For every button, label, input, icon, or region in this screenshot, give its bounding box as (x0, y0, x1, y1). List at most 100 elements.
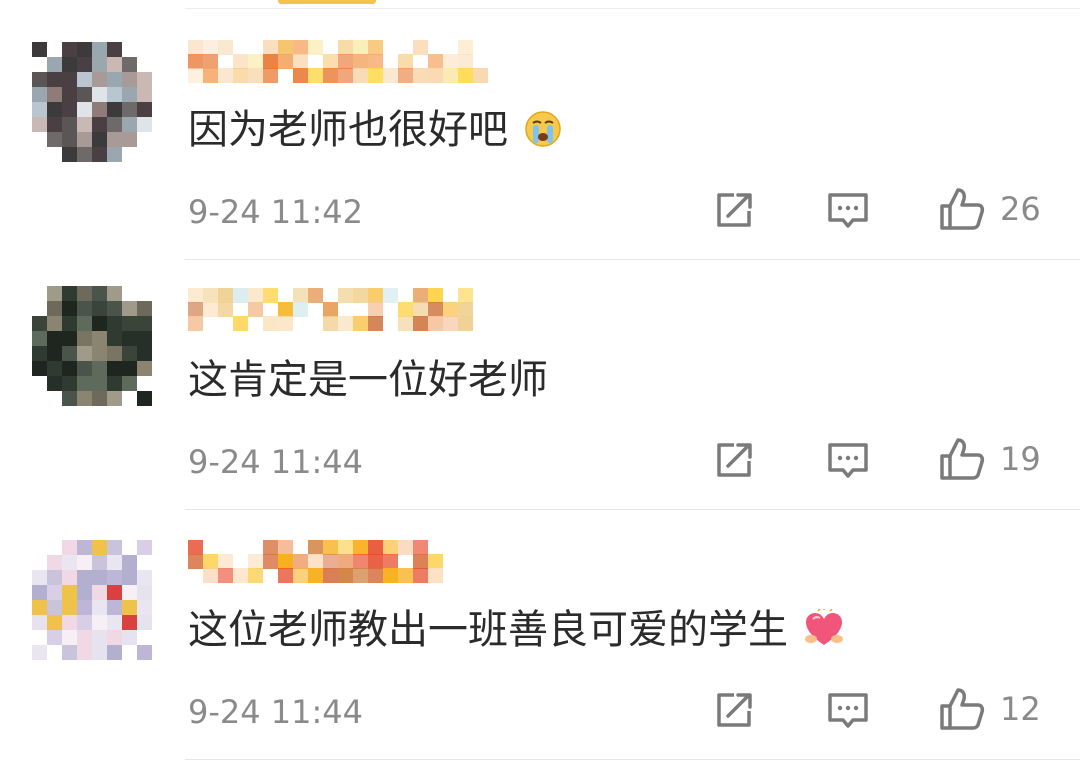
avatar-pixel (77, 585, 92, 600)
avatar-pixel (107, 132, 122, 147)
reply-button[interactable] (826, 190, 870, 232)
avatar-pixel (77, 615, 92, 630)
username-pixel (413, 68, 428, 83)
avatar-pixel (47, 585, 62, 600)
avatar-pixel (77, 391, 92, 406)
username-pixel (353, 316, 368, 331)
username-pixel (428, 568, 443, 583)
avatar-pixel (47, 57, 62, 72)
username-pixel (323, 540, 338, 555)
avatar-pixel (122, 376, 137, 391)
username-pixel (368, 554, 383, 569)
avatar-pixel (92, 645, 107, 660)
like-button[interactable]: 19 (938, 436, 1041, 482)
username-pixel (278, 568, 293, 583)
avatar-pixel (107, 391, 122, 406)
username-pixel (263, 68, 278, 83)
comment-text: 这位老师教出一班善良可爱的学生 (188, 606, 845, 660)
avatar-pixel (62, 117, 77, 132)
username-pixel (188, 302, 203, 317)
avatar-pixel (107, 555, 122, 570)
reply-button[interactable] (826, 690, 870, 732)
username-pixel (278, 554, 293, 569)
avatar-pixel (62, 316, 77, 331)
previous-item-edge (278, 0, 376, 4)
avatar-pixel (62, 585, 77, 600)
username-pixel (203, 302, 218, 317)
avatar[interactable] (32, 42, 152, 162)
username-pixel (263, 540, 278, 555)
avatar-pixel (122, 87, 137, 102)
reply-button[interactable] (826, 440, 870, 482)
avatar-pixel (137, 645, 152, 660)
avatar-pixel (122, 555, 137, 570)
avatar-pixel (62, 391, 77, 406)
avatar-pixel (107, 361, 122, 376)
avatar-pixel (62, 376, 77, 391)
username-pixel (218, 68, 233, 83)
avatar-pixel (137, 301, 152, 316)
avatar-pixel (92, 286, 107, 301)
avatar-pixel (47, 346, 62, 361)
avatar-pixel (77, 555, 92, 570)
avatar-pixel (62, 102, 77, 117)
username-pixel (353, 54, 368, 69)
avatar-pixel (92, 570, 107, 585)
avatar-pixel (47, 570, 62, 585)
avatar-pixel (107, 72, 122, 87)
username-pixel (443, 302, 458, 317)
avatar[interactable] (32, 286, 152, 406)
username-pixel (413, 316, 428, 331)
username-pixel (428, 316, 443, 331)
avatar[interactable] (32, 540, 152, 660)
avatar-pixel (77, 331, 92, 346)
username-pixel (218, 568, 233, 583)
username-pixel (233, 54, 248, 69)
avatar-pixel (92, 376, 107, 391)
avatar-pixel (32, 117, 47, 132)
username-pixel (293, 302, 308, 317)
avatar-pixel (32, 600, 47, 615)
username-pixel (218, 40, 233, 55)
avatar-pixel (32, 570, 47, 585)
username-pixel (398, 568, 413, 583)
username-pixel (368, 40, 383, 55)
username-pixel (353, 68, 368, 83)
username-pixel (458, 302, 473, 317)
username-pixel (188, 40, 203, 55)
avatar-pixel (122, 630, 137, 645)
avatar-pixel (62, 72, 77, 87)
like-button[interactable]: 26 (938, 186, 1041, 232)
avatar-pixel (32, 72, 47, 87)
like-button[interactable]: 12 (938, 686, 1041, 732)
divider (185, 8, 1080, 9)
avatar-pixel (107, 286, 122, 301)
username-pixel (278, 40, 293, 55)
avatar-pixel (77, 361, 92, 376)
username-pixel (353, 40, 368, 55)
username-pixel (428, 54, 443, 69)
avatar-pixel (47, 316, 62, 331)
username-pixel (308, 554, 323, 569)
avatar-pixel (92, 555, 107, 570)
avatar-pixel (47, 615, 62, 630)
username-pixel (368, 68, 383, 83)
avatar-pixel (137, 391, 152, 406)
username-pixel (263, 288, 278, 303)
avatar-pixel (137, 331, 152, 346)
username-pixel (308, 568, 323, 583)
avatar-pixel (137, 346, 152, 361)
comment-icon (828, 193, 868, 228)
username-pixel (353, 288, 368, 303)
avatar-pixel (62, 615, 77, 630)
username-pixel (383, 554, 398, 569)
share-button[interactable] (714, 690, 756, 730)
avatar-pixel (77, 645, 92, 660)
share-button[interactable] (714, 190, 756, 230)
avatar-pixel (47, 117, 62, 132)
share-button[interactable] (714, 440, 756, 480)
comment-text: 因为老师也很好吧 (188, 106, 563, 160)
avatar-pixel (92, 600, 107, 615)
username-pixel (263, 54, 278, 69)
username-pixel (458, 40, 473, 55)
